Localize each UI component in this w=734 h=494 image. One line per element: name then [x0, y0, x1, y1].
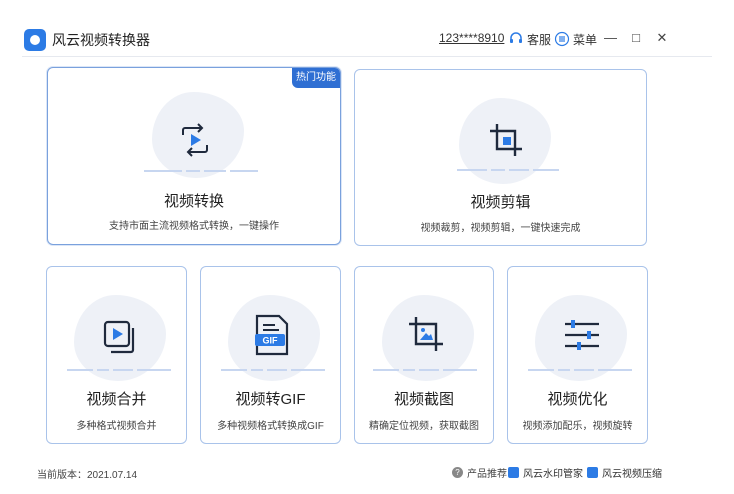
card-video-to-gif[interactable]: GIF 视频转GIF 多种视频格式转换成GIF [200, 266, 341, 444]
decorative-dashes [221, 369, 325, 371]
card-video-convert[interactable]: 热门功能 视频转换 支持市面主流视频格式转换，一键操作 [47, 67, 341, 245]
gif-icon-label: GIF [263, 336, 279, 346]
card-description: 精确定位视频，获取截图 [369, 421, 479, 432]
decorative-dashes [144, 170, 258, 172]
promo-app-compress[interactable]: 风云视频压缩 [587, 465, 662, 480]
card-description: 多种格式视频合并 [76, 421, 157, 432]
compress-app-icon [587, 467, 598, 478]
hot-feature-badge: 热门功能 [292, 68, 340, 88]
crop-image-icon [405, 313, 447, 355]
menu-button[interactable]: 菜单 [554, 30, 597, 48]
menu-icon [554, 31, 570, 47]
question-icon: ? [452, 467, 463, 478]
title-divider [22, 56, 712, 57]
window-controls: — □ ✕ [604, 30, 668, 46]
version-text: 当前版本：2021.07.14 [37, 470, 138, 481]
card-video-edit[interactable]: 视频剪辑 视频裁剪，视频剪辑，一键快速完成 [354, 69, 647, 246]
service-label: 客服 [527, 32, 552, 47]
card-title: 视频截图 [393, 391, 454, 408]
title-bar: 风云视频转换器 123****8910 客服 菜单 — □ ✕ [0, 0, 734, 58]
headset-icon [510, 32, 522, 43]
video-convert-icon [175, 120, 215, 160]
app-logo-icon [24, 29, 46, 51]
card-video-optimize[interactable]: 视频优化 视频添加配乐，视频旋转 [507, 266, 648, 444]
video-merge-icon [99, 317, 139, 357]
decorative-dashes [457, 169, 559, 171]
app-title: 风云视频转换器 [52, 32, 150, 48]
card-description: 视频裁剪，视频剪辑，一键快速完成 [420, 223, 581, 234]
customer-service-button[interactable]: 客服 [508, 30, 551, 48]
card-title: 视频合并 [86, 391, 147, 408]
card-video-merge[interactable]: 视频合并 多种格式视频合并 [46, 266, 187, 444]
sliders-icon [562, 315, 602, 355]
card-title: 视频剪辑 [470, 194, 531, 211]
card-title: 视频优化 [547, 391, 608, 408]
card-description: 支持市面主流视频格式转换，一键操作 [109, 221, 279, 232]
promo-app-label: 风云水印管家 [523, 469, 583, 480]
maximize-button[interactable]: □ [630, 30, 642, 46]
crop-icon [486, 120, 526, 160]
menu-label: 菜单 [573, 32, 598, 47]
card-description: 视频添加配乐，视频旋转 [522, 421, 633, 432]
watermark-app-icon [508, 467, 519, 478]
card-video-screenshot[interactable]: 视频截图 精确定位视频，获取截图 [354, 266, 494, 444]
close-button[interactable]: ✕ [656, 30, 668, 46]
decorative-dashes [67, 369, 171, 371]
card-title: 视频转换 [163, 193, 224, 210]
account-link[interactable]: 123****8910 [439, 31, 504, 45]
gif-file-icon: GIF [251, 313, 293, 357]
promo-app-label: 风云视频压缩 [602, 469, 662, 480]
decorative-dashes [373, 369, 477, 371]
promo-app-watermark[interactable]: 风云水印管家 [508, 465, 583, 480]
card-description: 多种视频格式转换成GIF [217, 421, 324, 432]
decorative-dashes [528, 369, 632, 371]
card-title: 视频转GIF [235, 391, 306, 408]
minimize-button[interactable]: — [604, 30, 617, 46]
